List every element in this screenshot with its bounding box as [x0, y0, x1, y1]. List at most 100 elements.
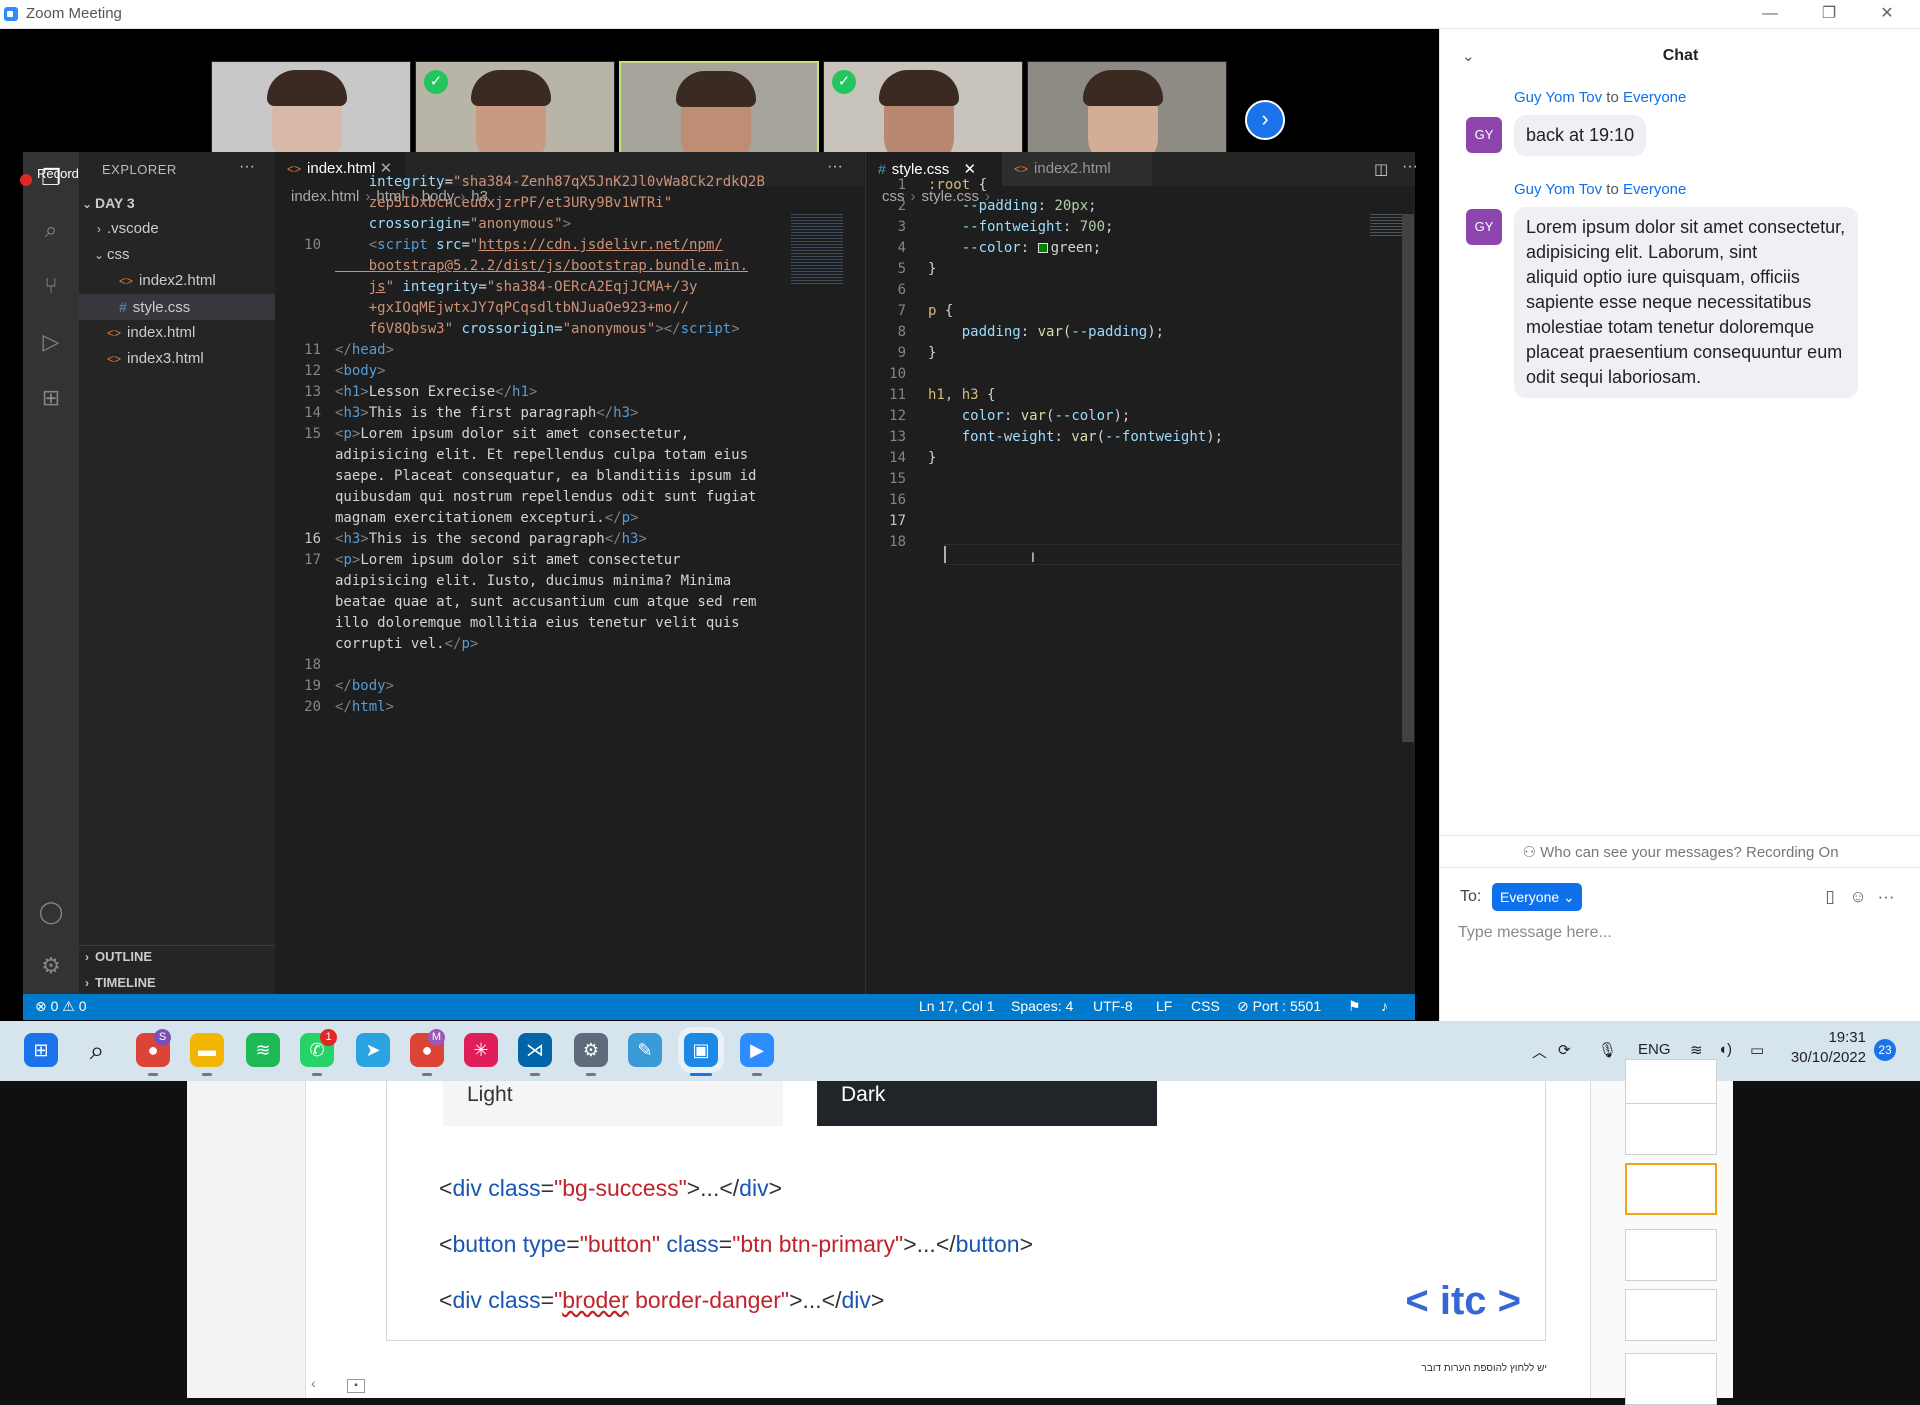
slide-thumbnail[interactable] — [1625, 1289, 1717, 1341]
spotify-icon[interactable]: ≋ — [246, 1033, 280, 1067]
minimize-button[interactable]: — — [1756, 2, 1784, 26]
accounts-icon[interactable]: ◯ — [37, 898, 65, 926]
photos-icon[interactable]: ▣ — [684, 1033, 718, 1067]
recipient-dropdown[interactable]: Everyone ⌄ — [1492, 883, 1582, 911]
telegram-icon[interactable]: ➤ — [356, 1033, 390, 1067]
show-hidden-icons-icon[interactable]: ︿ — [1532, 1041, 1547, 1062]
language-indicator[interactable]: ENG — [1638, 1041, 1671, 1058]
split-editor-icon[interactable]: ◫ — [1374, 160, 1388, 178]
more-icon[interactable]: ··· — [1876, 887, 1896, 907]
code-line: corrupti vel.</p> — [335, 636, 479, 652]
running-indicator — [312, 1073, 322, 1076]
battery-icon[interactable]: ▭ — [1750, 1041, 1764, 1059]
chat-message-input[interactable] — [1458, 919, 1898, 947]
explorer-more-icon[interactable]: ··· — [239, 158, 255, 176]
clock-time[interactable]: 19:31 — [1796, 1029, 1866, 1046]
line-number — [275, 466, 321, 487]
wifi-icon[interactable]: ≋ — [1690, 1041, 1703, 1059]
problems-status[interactable]: ⊗ 0 ⚠ 0 — [35, 998, 87, 1015]
eol-status[interactable]: LF — [1156, 998, 1172, 1014]
slide-thumbnail[interactable] — [1625, 1353, 1717, 1405]
code-line: js" integrity="sha384-OERcA2EqjJCMA+/3y — [368, 279, 698, 295]
indentation-status[interactable]: Spaces: 4 — [1011, 998, 1073, 1014]
start-icon[interactable]: ⊞ — [24, 1033, 58, 1067]
slide-thumbnail-selected[interactable] — [1625, 1163, 1717, 1215]
slide-thumbnail[interactable] — [1625, 1229, 1717, 1281]
manage-gear-icon[interactable]: ⚙ — [37, 952, 65, 980]
sender-name[interactable]: Guy Yom Tov — [1514, 89, 1602, 106]
volume-icon[interactable]: ◖) — [1718, 1041, 1732, 1058]
message-bubble[interactable]: back at 19:10 — [1514, 115, 1647, 156]
line-number: 7 — [897, 303, 906, 319]
speaker-notes-placeholder[interactable]: יש ללחוץ להוספת הערות דובר — [1107, 1363, 1548, 1374]
explorer-item-index3-html[interactable]: <> index3.html — [79, 346, 275, 372]
restore-button[interactable]: ❐ — [1815, 2, 1843, 26]
code-line: f6V8Qbsw3" crossorigin="anonymous"></scr… — [335, 321, 740, 337]
clock-date[interactable]: 30/10/2022 — [1790, 1049, 1866, 1066]
extensions-icon[interactable]: ⊞ — [37, 384, 65, 412]
timeline-section[interactable]: › TIMELINE — [79, 970, 275, 996]
dark-label: Dark — [841, 1083, 886, 1106]
chat-visibility-notice[interactable]: ⚇ Who can see your messages? Recording O… — [1440, 843, 1920, 861]
feedback-icon[interactable]: ⚑ — [1348, 998, 1361, 1015]
message-bubble[interactable]: Lorem ipsum dolor sit amet consectetur, … — [1514, 207, 1858, 398]
slide-thumbnail[interactable] — [1625, 1103, 1717, 1155]
itc-logo: < itc > — [1405, 1279, 1521, 1323]
notifications-bell-icon[interactable]: ♪ — [1381, 998, 1388, 1014]
file-icon[interactable]: ▯ — [1820, 887, 1840, 907]
language-mode-status[interactable]: CSS — [1191, 998, 1220, 1014]
notification-count-badge[interactable]: 23 — [1874, 1039, 1896, 1061]
code-sample-button: <button type="button" class="btn btn-pri… — [439, 1231, 1034, 1257]
code-line: zep5IDxbcnCeuOxjzrPF/et3URy9Bv1WTRi" — [335, 195, 673, 211]
microphone-icon[interactable]: 🎙 — [1598, 1041, 1617, 1059]
settings-icon[interactable]: ⚙ — [574, 1033, 608, 1067]
paint-icon[interactable]: ✎ — [628, 1033, 662, 1067]
zoom-icon[interactable]: ▶ — [740, 1033, 774, 1067]
next-videos-button[interactable]: › — [1245, 100, 1285, 140]
notes-icon[interactable]: ▪ — [347, 1379, 365, 1393]
chevron-down-icon: ⌄ — [1563, 889, 1575, 905]
explorer-item-css[interactable]: ⌄ css — [79, 242, 275, 268]
close-window-button[interactable]: ✕ — [1873, 2, 1901, 26]
explorer-item-index-html[interactable]: <> index.html — [79, 320, 275, 346]
line-number: 1 — [897, 177, 906, 193]
line-number: 11 — [889, 387, 906, 403]
line-number: 6 — [897, 282, 906, 298]
editor-more-icon[interactable]: ··· — [1402, 158, 1418, 176]
slack-icon[interactable]: ✳ — [464, 1033, 498, 1067]
editor-more-icon[interactable]: ··· — [827, 158, 843, 176]
explorer-root[interactable]: ⌄ DAY 3 — [79, 190, 275, 216]
explorer-item-label: index.html — [127, 324, 196, 341]
explorer-item--vscode[interactable]: › .vscode — [79, 216, 275, 242]
sync-icon[interactable]: ⟳ — [1558, 1041, 1571, 1059]
file-explorer-icon[interactable]: ▬ — [190, 1033, 224, 1067]
encoding-status[interactable]: UTF-8 — [1093, 998, 1133, 1014]
scrollbar-thumb[interactable] — [1402, 214, 1414, 742]
run-debug-icon[interactable]: ▷ — [37, 328, 65, 356]
code-text[interactable]: :root { --padding: 20px; --fontweight: 7… — [928, 175, 1223, 553]
search-icon[interactable]: ⌕ — [80, 1033, 114, 1067]
outline-section[interactable]: › OUTLINE — [79, 944, 275, 970]
line-number: 10 — [304, 237, 321, 253]
zoom-logo-icon — [4, 7, 18, 21]
minimap[interactable] — [791, 214, 843, 286]
minimap[interactable] — [1370, 214, 1406, 238]
message-header: Guy Yom Tov to Everyone — [1514, 181, 1686, 198]
chevron-left-icon[interactable]: ‹ — [311, 1375, 316, 1391]
code-text[interactable]: integrity="sha384-Zenh87qX5JnK2Jl0vWa8Ck… — [335, 172, 765, 718]
vscode-icon[interactable]: ⋊ — [518, 1033, 552, 1067]
sender-name[interactable]: Guy Yom Tov — [1514, 181, 1602, 198]
chevron-right-icon: › — [85, 976, 89, 990]
explorer-item-index2-html[interactable]: <> index2.html — [79, 268, 275, 294]
search-icon[interactable]: ⌕ — [37, 216, 65, 244]
live-server-port-status[interactable]: ⊘ Port : 5501 — [1237, 998, 1321, 1015]
emoji-icon[interactable]: ☺ — [1848, 887, 1868, 907]
cursor-position-status[interactable]: Ln 17, Col 1 — [919, 998, 995, 1014]
explorer-item-style-css[interactable]: # style.css — [79, 294, 275, 320]
running-indicator — [202, 1073, 212, 1076]
source-control-icon[interactable]: ⑂ — [37, 272, 65, 300]
slide-thumbnails — [1590, 1059, 1733, 1405]
